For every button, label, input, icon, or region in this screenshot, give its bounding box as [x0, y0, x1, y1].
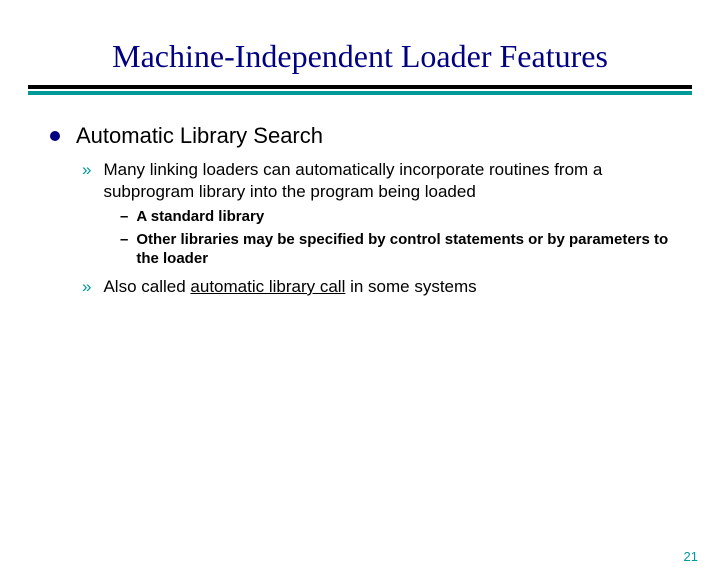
- title-divider: [28, 85, 692, 95]
- bullet-level2: » Also called automatic library call in …: [82, 276, 670, 298]
- slide-title: Machine-Independent Loader Features: [0, 38, 720, 75]
- bullet-text: Other libraries may be specified by cont…: [136, 230, 670, 268]
- text-prefix: Also called: [103, 277, 190, 296]
- bullet-text: Automatic Library Search: [76, 123, 323, 149]
- chevron-icon: »: [82, 276, 91, 298]
- bullet-text: Also called automatic library call in so…: [103, 276, 476, 298]
- dash-icon: –: [120, 207, 128, 226]
- chevron-icon: »: [82, 159, 91, 181]
- text-suffix: in some systems: [345, 277, 476, 296]
- bullet-text: A standard library: [136, 207, 264, 226]
- bullet-text: Many linking loaders can automatically i…: [103, 159, 670, 203]
- slide-content: Automatic Library Search » Many linking …: [50, 123, 670, 298]
- bullet-level3: – Other libraries may be specified by co…: [120, 230, 670, 268]
- bullet-icon: [50, 131, 60, 141]
- bullet-level2: » Many linking loaders can automatically…: [82, 159, 670, 203]
- bullet-level3: – A standard library: [120, 207, 670, 226]
- dash-icon: –: [120, 230, 128, 249]
- bullet-level1: Automatic Library Search: [50, 123, 670, 149]
- page-number: 21: [684, 549, 698, 564]
- text-underline: automatic library call: [190, 277, 345, 296]
